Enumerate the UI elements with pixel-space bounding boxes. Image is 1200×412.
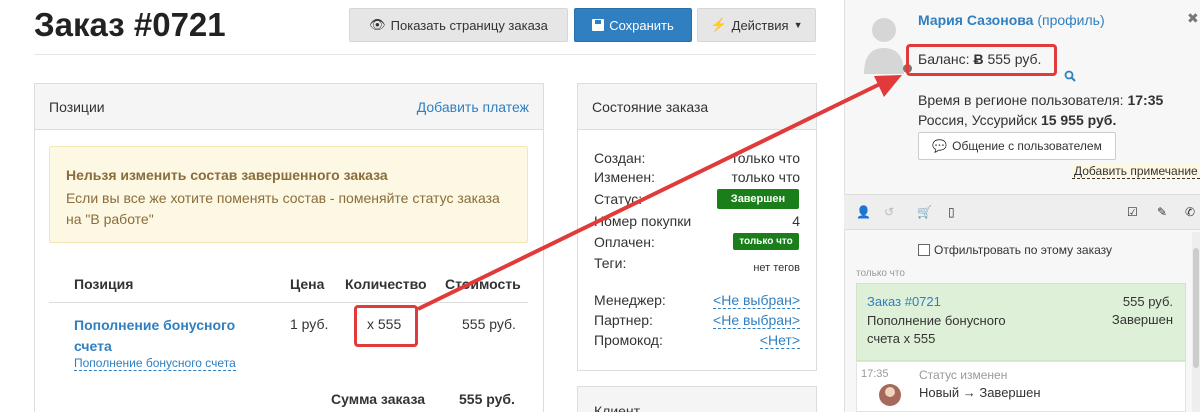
annotation-arrow	[417, 75, 902, 311]
